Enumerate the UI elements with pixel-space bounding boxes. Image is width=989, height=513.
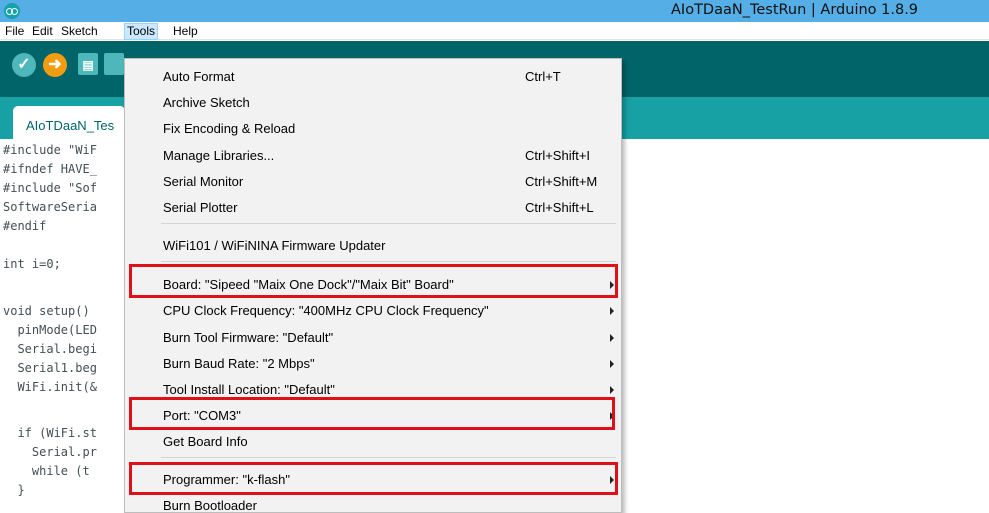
upload-button[interactable]: ➜ [43, 53, 67, 77]
menu-item-label: Burn Bootloader [163, 498, 257, 513]
menu-item-label: Burn Baud Rate: "2 Mbps" [163, 356, 315, 371]
code-line: if (WiFi.st [3, 426, 97, 440]
code-line: #endif [3, 219, 47, 233]
menu-item-tool-install-location[interactable]: Tool Install Location: "Default" [125, 377, 621, 402]
code-line: void setup() [3, 304, 90, 318]
menu-item-label: Port: "COM3" [163, 408, 241, 423]
menu-item-label: CPU Clock Frequency: "400MHz CPU Clock F… [163, 303, 489, 318]
menu-item-burn-baud-rate[interactable]: Burn Baud Rate: "2 Mbps" [125, 351, 621, 376]
code-line: WiFi.init(& [3, 380, 97, 394]
menu-item-label: Tool Install Location: "Default" [163, 382, 335, 397]
menu-item-label: Get Board Info [163, 434, 248, 449]
code-line: #include "WiF [3, 143, 97, 157]
code-line: Serial.begi [3, 342, 97, 356]
code-line: pinMode(LED [3, 323, 97, 337]
menu-item-burn-tool-firmware[interactable]: Burn Tool Firmware: "Default" [125, 325, 621, 350]
open-button[interactable] [104, 53, 124, 75]
menu-bar: File Edit Sketch Tools Help [0, 22, 989, 40]
menu-help[interactable]: Help [171, 23, 200, 40]
menu-item-label: Board: "Sipeed "Maix One Dock"/"Maix Bit… [163, 277, 454, 292]
arrow-right-icon: ➜ [48, 56, 62, 73]
menu-item-burn-bootloader[interactable]: Burn Bootloader [125, 493, 621, 513]
menu-item-shortcut: Ctrl+Shift+I [525, 148, 591, 163]
menu-item-label: Archive Sketch [163, 95, 250, 110]
menu-item-fix-encoding[interactable]: Fix Encoding & Reload [125, 116, 621, 141]
submenu-arrow-icon [610, 334, 614, 342]
menu-item-shortcut: Ctrl+Shift+M [525, 174, 598, 189]
code-line: int i=0; [3, 257, 61, 271]
menu-item-label: Fix Encoding & Reload [163, 121, 296, 136]
menu-item-shortcut: Ctrl+T [525, 69, 561, 84]
verify-button[interactable]: ✓ [12, 53, 36, 77]
tab-sketch[interactable]: AIoTDaaN_Tes [13, 106, 125, 139]
code-line: SoftwareSeria [3, 200, 97, 214]
menu-item-get-board-info[interactable]: Get Board Info [125, 429, 621, 454]
menu-tools[interactable]: Tools [124, 23, 159, 40]
window-title: AIoTDaaN_TestRun | Arduino 1.8.9 [671, 2, 919, 18]
menu-separator [161, 223, 616, 224]
menu-file[interactable]: File [3, 23, 26, 40]
menu-item-archive-sketch[interactable]: Archive Sketch [125, 90, 621, 115]
submenu-arrow-icon [610, 476, 614, 484]
menu-item-manage-libraries[interactable]: Manage Libraries... Ctrl+Shift+I [125, 143, 621, 168]
submenu-arrow-icon [610, 386, 614, 394]
menu-item-serial-monitor[interactable]: Serial Monitor Ctrl+Shift+M [125, 169, 621, 194]
code-line: while (t [3, 464, 90, 478]
menu-item-label: WiFi101 / WiFiNINA Firmware Updater [163, 238, 386, 253]
submenu-arrow-icon [610, 281, 614, 289]
code-line: #include "Sof [3, 181, 97, 195]
menu-edit[interactable]: Edit [30, 23, 55, 40]
arduino-logo-icon [4, 3, 20, 19]
menu-item-programmer[interactable]: Programmer: "k-flash" [125, 467, 621, 492]
menu-item-board[interactable]: Board: "Sipeed "Maix One Dock"/"Maix Bit… [125, 272, 621, 297]
menu-item-label: Burn Tool Firmware: "Default" [163, 330, 334, 345]
code-line: Serial.pr [3, 445, 97, 459]
menu-item-label: Programmer: "k-flash" [163, 472, 290, 487]
tab-label: AIoTDaaN_Tes [26, 118, 115, 133]
menu-item-serial-plotter[interactable]: Serial Plotter Ctrl+Shift+L [125, 195, 621, 220]
code-line: #ifndef HAVE_ [3, 162, 97, 176]
menu-item-label: Serial Plotter [163, 200, 238, 215]
menu-item-label: Serial Monitor [163, 174, 244, 189]
code-line: } [3, 483, 25, 497]
menu-item-label: Manage Libraries... [163, 148, 275, 163]
new-button[interactable]: ▤ [78, 53, 98, 75]
menu-separator [161, 261, 616, 262]
code-line: Serial1.beg [3, 361, 97, 375]
menu-item-firmware-updater[interactable]: WiFi101 / WiFiNINA Firmware Updater [125, 233, 621, 258]
menu-item-port[interactable]: Port: "COM3" [125, 403, 621, 428]
check-icon: ✓ [17, 56, 31, 73]
menu-item-auto-format[interactable]: Auto Format Ctrl+T [125, 64, 621, 89]
submenu-arrow-icon [610, 307, 614, 315]
title-bar: AIoTDaaN_TestRun | Arduino 1.8.9 [0, 0, 989, 22]
menu-item-cpu-clock[interactable]: CPU Clock Frequency: "400MHz CPU Clock F… [125, 298, 621, 323]
menu-item-shortcut: Ctrl+Shift+L [525, 200, 594, 215]
menu-separator [161, 457, 616, 458]
file-icon: ▤ [82, 58, 94, 72]
submenu-arrow-icon [610, 360, 614, 368]
submenu-arrow-icon [610, 412, 614, 420]
menu-sketch[interactable]: Sketch [59, 23, 100, 40]
tools-menu: Auto Format Ctrl+T Archive Sketch Fix En… [124, 58, 622, 513]
menu-item-label: Auto Format [163, 69, 235, 84]
